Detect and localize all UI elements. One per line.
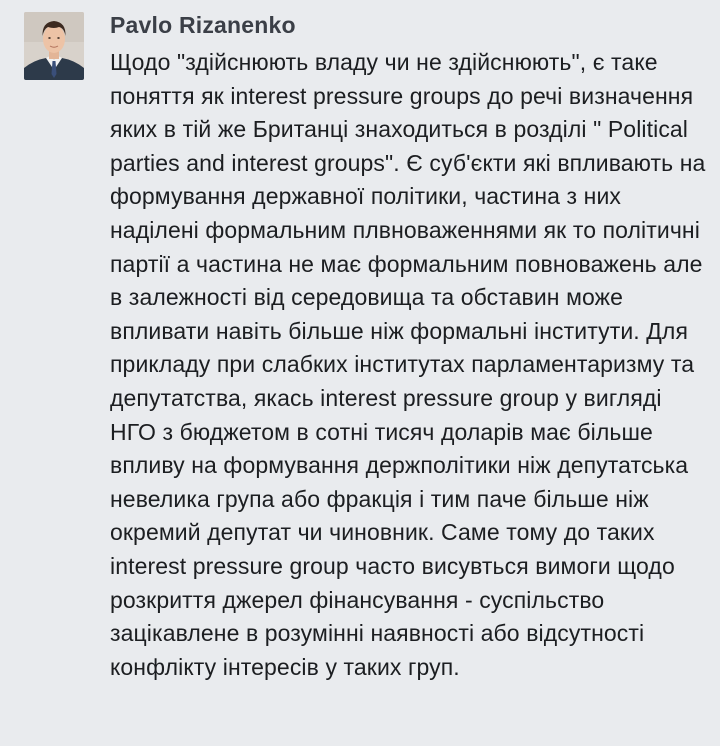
comment: Pavlo Rizanenko Щодо "здійснюють владу ч… (0, 0, 720, 746)
comment-text: Щодо "здійснюють владу чи не здійснюють"… (110, 49, 706, 680)
comment-author[interactable]: Pavlo Rizanenko (110, 10, 710, 40)
comment-body: Pavlo Rizanenko Щодо "здійснюють владу ч… (110, 10, 710, 684)
avatar-photo (24, 12, 84, 80)
avatar[interactable] (24, 12, 84, 80)
